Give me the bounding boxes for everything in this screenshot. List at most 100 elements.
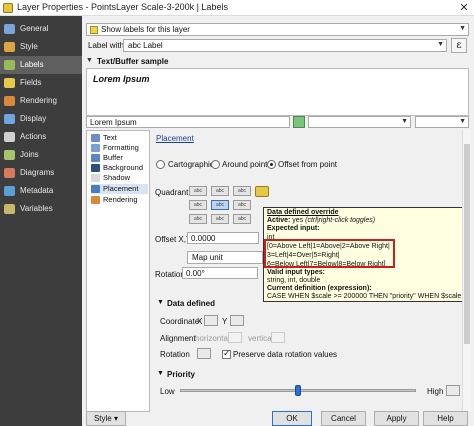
priority-low-label: Low — [160, 387, 175, 396]
quadrant-over[interactable]: abc — [211, 200, 229, 210]
priority-override-icon[interactable] — [446, 385, 460, 396]
coordinate-x-label: X — [197, 317, 203, 326]
style-menu-button[interactable]: Style ▾ — [86, 411, 126, 426]
sidebar-item-actions[interactable]: Actions — [0, 128, 82, 146]
close-window-button[interactable]: ✕ — [454, 0, 474, 16]
chevron-down-icon: ▼ — [459, 25, 466, 32]
sidebar-item-joins[interactable]: Joins — [0, 146, 82, 164]
sidebar-item-fields[interactable]: Fields — [0, 74, 82, 92]
around-point-radio[interactable] — [211, 160, 220, 169]
apply-button[interactable]: Apply — [374, 411, 419, 426]
enum-highlight-box — [264, 239, 395, 268]
sidebar-item-label: Variables — [20, 204, 53, 213]
tree-item-placement[interactable]: Placement — [91, 184, 148, 194]
alignment-label: Alignment — [160, 334, 196, 343]
coordinate-y-override-icon[interactable] — [230, 315, 244, 326]
tree-item-rendering[interactable]: Rendering — [91, 195, 138, 205]
expression-button[interactable]: ε — [451, 38, 467, 53]
placement-heading: Placement — [156, 134, 194, 143]
tree-item-buffer[interactable]: Buffer — [91, 153, 123, 163]
formatting-icon — [91, 144, 100, 152]
joins-icon — [4, 150, 15, 160]
quadrant-above-left[interactable]: abc — [189, 186, 207, 196]
sidebar-item-label: Actions — [20, 132, 47, 141]
sidebar-item-rendering[interactable]: Rendering — [0, 92, 82, 110]
labels-mode-value: Show labels for this layer — [101, 25, 190, 34]
sidebar-item-labels[interactable]: Labels — [0, 56, 82, 74]
tree-item-label: Buffer — [103, 153, 123, 162]
cartographic-radio[interactable] — [156, 160, 165, 169]
collapse-triangle-icon[interactable]: ▼ — [157, 299, 164, 306]
sidebar-item-style[interactable]: Style — [0, 38, 82, 56]
data-defined-heading: Data defined — [167, 299, 216, 308]
rotation-input[interactable]: 0.00° — [182, 267, 258, 279]
sidebar-item-label: General — [20, 24, 49, 33]
placement-scrollbar[interactable] — [462, 130, 471, 412]
tree-item-shadow[interactable]: Shadow — [91, 173, 130, 183]
sample-text-value: Lorem Ipsum — [90, 118, 137, 127]
sidebar-item-metadata[interactable]: Metadata — [0, 182, 82, 200]
quadrant-above[interactable]: abc — [211, 186, 229, 196]
offset-x-input[interactable]: 0.0000 — [187, 232, 259, 244]
tooltip-types-value: string, int, double — [267, 277, 321, 284]
coordinate-x-override-icon[interactable] — [204, 315, 218, 326]
quadrant-below-right[interactable]: abc — [233, 214, 251, 224]
preserve-rotation-checkbox[interactable] — [222, 348, 231, 359]
label-field-select[interactable]: abc Label ▼ — [123, 39, 447, 52]
sidebar-item-label: Joins — [20, 150, 39, 159]
sample-text-input[interactable]: Lorem Ipsum — [86, 116, 290, 128]
around-point-label: Around point — [222, 160, 268, 169]
sample-background-color[interactable]: ▼ — [308, 116, 411, 128]
priority-heading: Priority — [167, 370, 196, 379]
dd-rotation-label: Rotation — [160, 350, 190, 359]
tooltip-valid-types: Valid input types: — [267, 269, 325, 276]
collapse-triangle-icon[interactable]: ▼ — [157, 370, 164, 377]
quadrant-left[interactable]: abc — [189, 200, 207, 210]
alignment-horizontal-override-icon[interactable] — [228, 332, 242, 343]
rotation-override-icon[interactable] — [197, 348, 211, 359]
collapse-triangle-icon[interactable]: ▼ — [86, 57, 93, 64]
sidebar-item-general[interactable]: General — [0, 20, 82, 38]
sidebar-item-label: Rendering — [20, 96, 57, 105]
tree-item-text[interactable]: Text — [91, 133, 117, 143]
gear-icon — [4, 132, 15, 142]
alignment-vertical-override-icon[interactable] — [271, 332, 285, 343]
properties-sidebar: General Style Labels Fields Rendering Di… — [0, 16, 82, 426]
quadrant-above-right[interactable]: abc — [233, 186, 251, 196]
sidebar-item-diagrams[interactable]: Diagrams — [0, 164, 82, 182]
cancel-button[interactable]: Cancel — [321, 411, 366, 426]
variables-icon — [4, 204, 15, 214]
cartographic-label: Cartographic — [168, 160, 214, 169]
background-icon — [91, 164, 100, 172]
labels-mode-select[interactable]: Show labels for this layer ▼ — [86, 23, 469, 36]
tree-item-background[interactable]: Background — [91, 163, 143, 173]
sample-scale-select[interactable]: ▼ — [415, 116, 469, 128]
tree-item-formatting[interactable]: Formatting — [91, 143, 139, 153]
data-defined-override-icon[interactable] — [255, 186, 269, 197]
quadrant-below[interactable]: abc — [211, 214, 229, 224]
label-with-caption: Label with — [88, 41, 125, 50]
abc-labels-icon — [4, 60, 15, 70]
shadow-icon — [91, 174, 100, 182]
help-button[interactable]: Help — [423, 411, 468, 426]
alignment-horizontal-label: horizontal — [195, 334, 230, 343]
offset-unit-select[interactable]: Map unit — [187, 251, 263, 264]
diagram-icon — [4, 168, 15, 178]
ok-button[interactable]: OK — [272, 411, 312, 426]
quadrant-below-left[interactable]: abc — [189, 214, 207, 224]
sample-preview-text: Lorem Ipsum — [93, 74, 150, 84]
reset-sample-icon[interactable] — [293, 116, 305, 128]
sidebar-item-label: Labels — [20, 60, 44, 69]
quadrant-right[interactable]: abc — [233, 200, 251, 210]
priority-high-label: High — [427, 387, 444, 396]
chevron-down-icon: ▼ — [437, 41, 444, 48]
priority-slider-handle[interactable] — [295, 385, 301, 396]
sidebar-item-display[interactable]: Display — [0, 110, 82, 128]
offset-from-point-radio[interactable] — [267, 160, 276, 169]
style-brush-icon — [4, 42, 15, 52]
tooltip-active-label: Active: — [267, 217, 291, 224]
sidebar-item-variables[interactable]: Variables — [0, 200, 82, 218]
alignment-vertical-label: vertical — [248, 334, 274, 343]
scrollbar-thumb[interactable] — [464, 144, 470, 344]
sidebar-item-label: Style — [20, 42, 38, 51]
